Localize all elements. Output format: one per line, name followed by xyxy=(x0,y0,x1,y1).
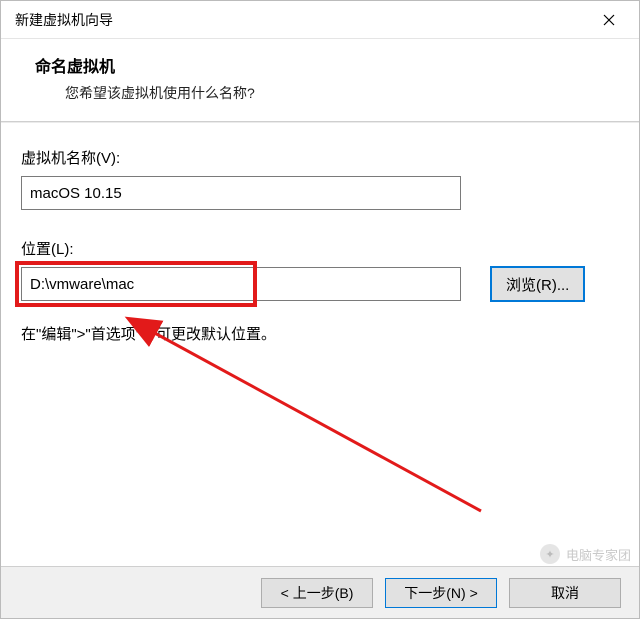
location-input-wrap xyxy=(21,267,461,301)
window-title: 新建虚拟机向导 xyxy=(15,10,113,30)
vm-name-input[interactable] xyxy=(21,176,461,210)
watermark-text: 电脑专家团 xyxy=(566,545,631,564)
wechat-icon: ✦ xyxy=(540,544,560,564)
watermark: ✦ 电脑专家团 xyxy=(540,544,631,564)
browse-button[interactable]: 浏览(R)... xyxy=(491,267,584,301)
vm-name-label: 虚拟机名称(V): xyxy=(21,147,619,168)
titlebar: 新建虚拟机向导 xyxy=(1,1,639,39)
cancel-button[interactable]: 取消 xyxy=(509,578,621,608)
vm-location-label: 位置(L): xyxy=(21,238,619,259)
location-hint-text: 在"编辑">"首选项"中可更改默认位置。 xyxy=(21,323,619,344)
wizard-footer: < 上一步(B) 下一步(N) > 取消 xyxy=(1,566,639,618)
next-button[interactable]: 下一步(N) > xyxy=(385,578,497,608)
close-icon xyxy=(603,14,615,26)
wizard-header: 命名虚拟机 您希望该虚拟机使用什么名称? xyxy=(1,39,639,121)
vm-location-input[interactable] xyxy=(21,267,461,301)
location-row: 浏览(R)... xyxy=(21,267,619,301)
back-button[interactable]: < 上一步(B) xyxy=(261,578,373,608)
close-button[interactable] xyxy=(591,1,627,38)
wizard-content: 虚拟机名称(V): 位置(L): 浏览(R)... 在"编辑">"首选项"中可更… xyxy=(1,123,639,354)
wizard-step-title: 命名虚拟机 xyxy=(35,53,619,77)
wizard-step-subtitle: 您希望该虚拟机使用什么名称? xyxy=(65,83,619,103)
wizard-window: 新建虚拟机向导 命名虚拟机 您希望该虚拟机使用什么名称? 虚拟机名称(V): 位… xyxy=(0,0,640,619)
